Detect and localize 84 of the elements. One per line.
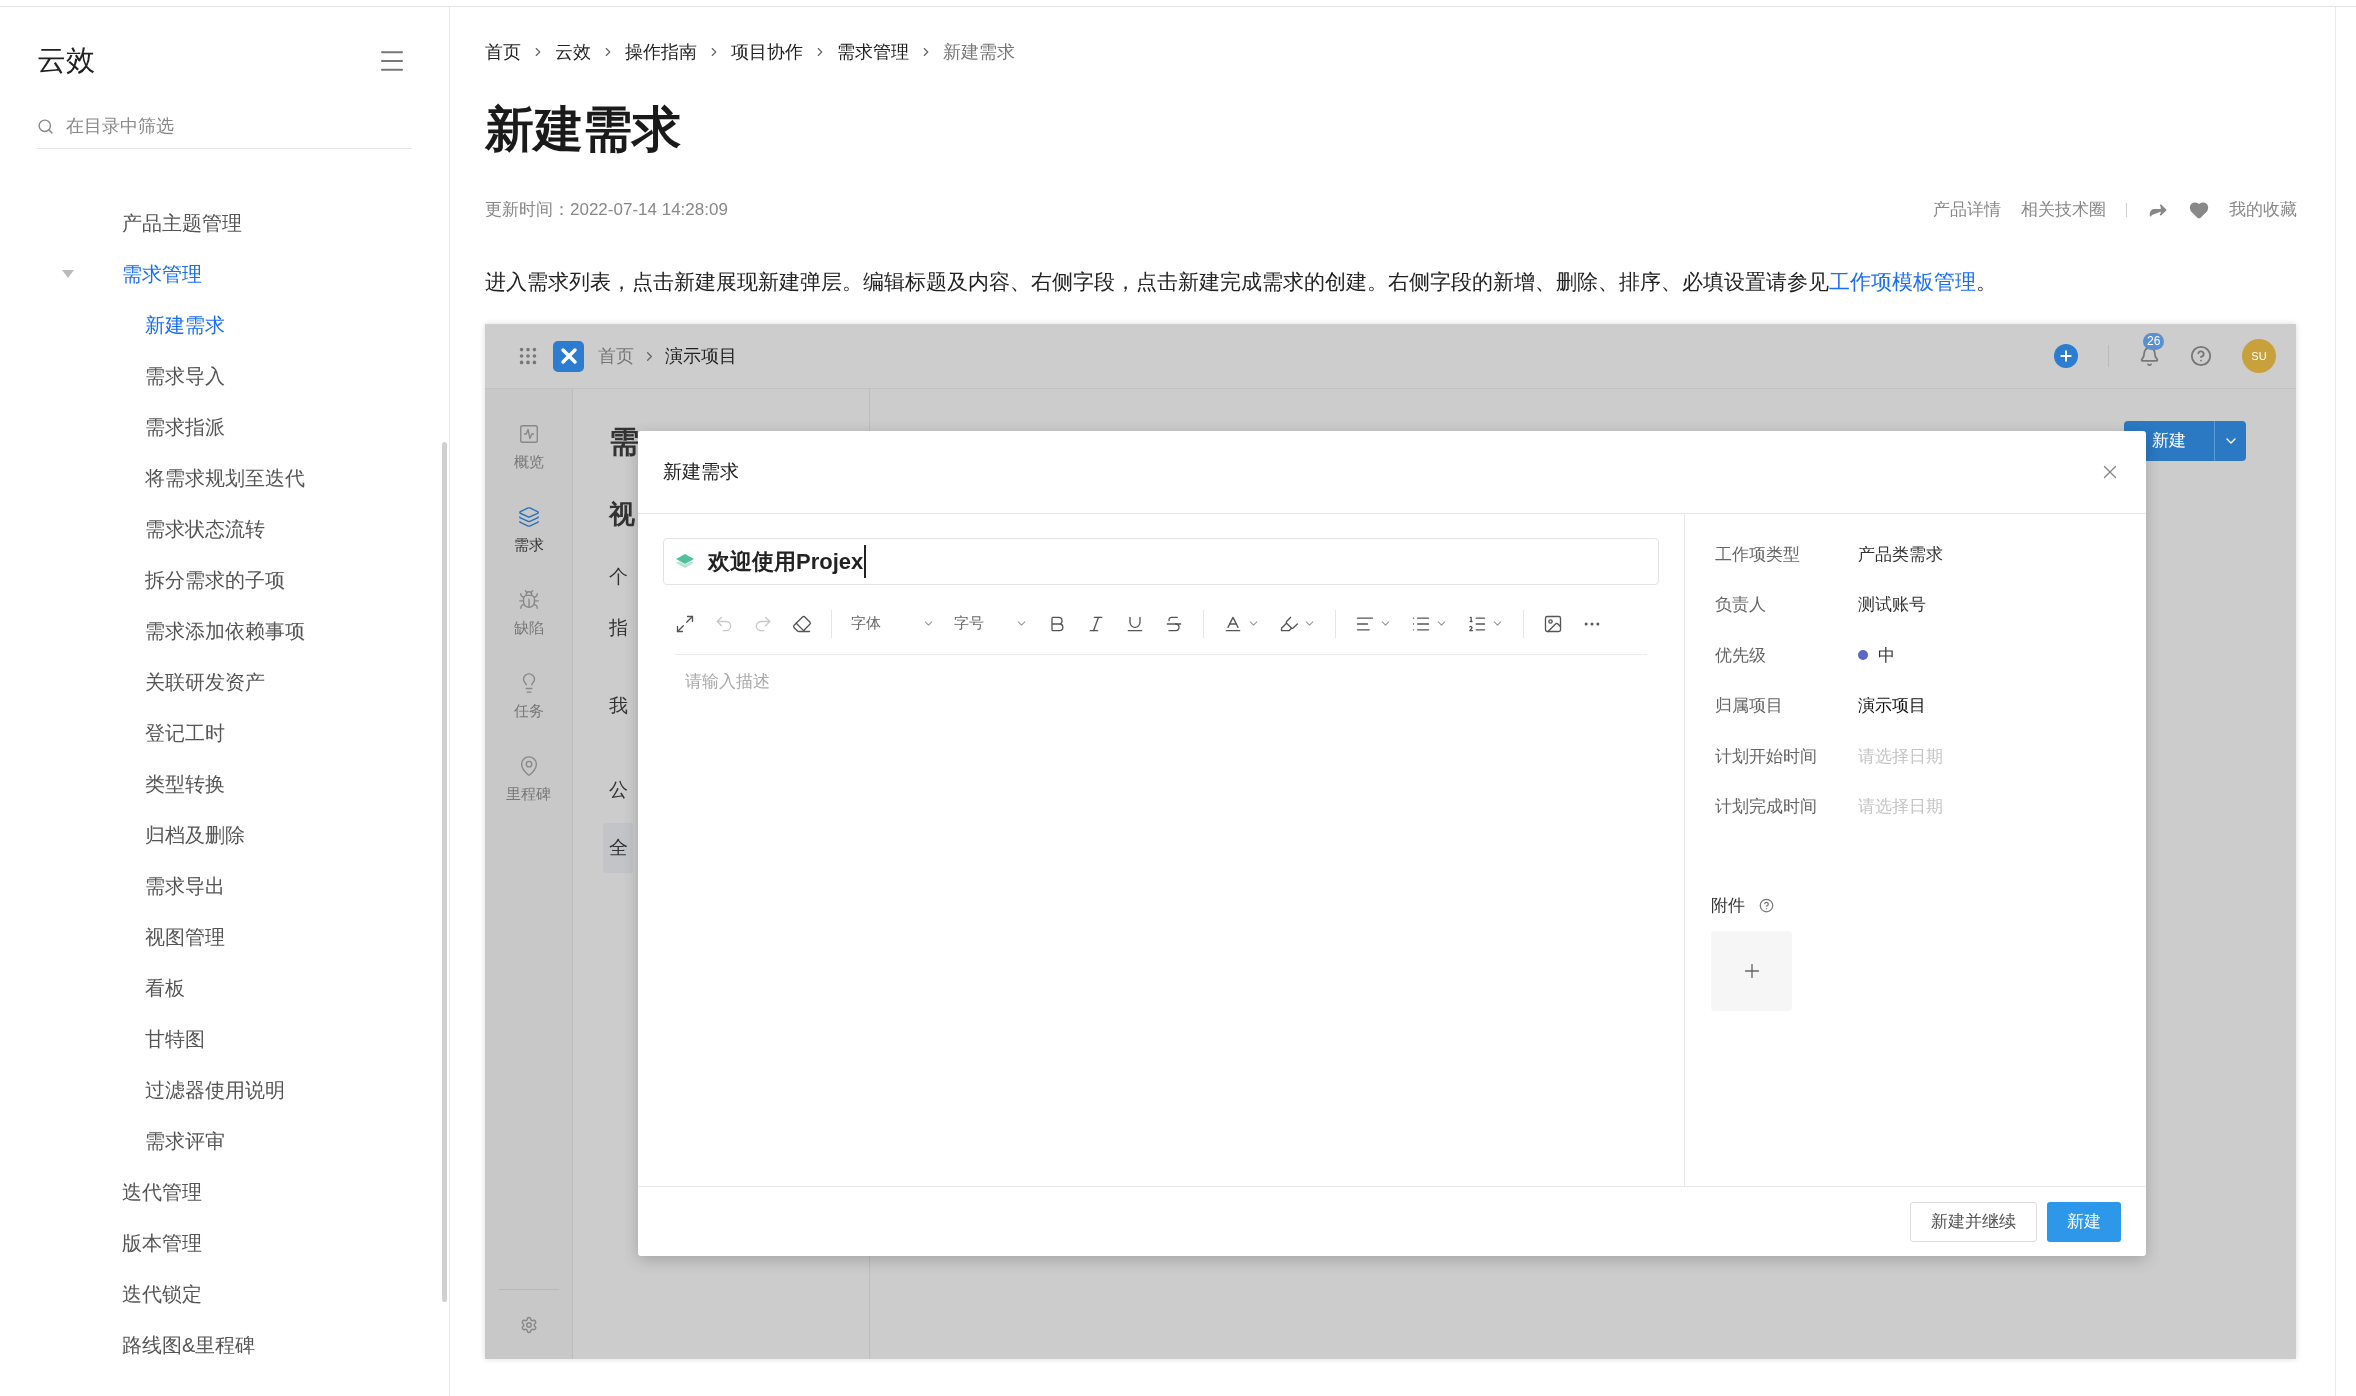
sidebar-item[interactable]: 将需求规划至迭代 (145, 462, 305, 493)
notification-badge: 26 (2143, 332, 2165, 350)
sidebar-item[interactable]: 登记工时 (145, 717, 225, 748)
breadcrumb-link[interactable]: 操作指南 (625, 38, 697, 66)
plus-icon (2058, 348, 2074, 364)
create-and-continue-button[interactable]: 新建并继续 (1910, 1201, 2037, 1242)
field-label: 负责人 (1715, 594, 1767, 616)
field-label: 优先级 (1715, 644, 1767, 667)
expand-icon[interactable] (675, 613, 695, 634)
settings-icon[interactable] (519, 1315, 538, 1334)
sidebar-item[interactable]: 视图管理 (145, 921, 225, 952)
sidebar-item[interactable]: 拆分需求的子项 (145, 564, 285, 595)
sidebar-item[interactable]: 需求导出 (145, 870, 225, 901)
add-button[interactable] (2054, 344, 2078, 368)
field-value[interactable]: 产品类需求 (1858, 541, 1943, 567)
dialog-title: 新建需求 (663, 459, 739, 484)
field-label: 计划完成时间 (1715, 796, 1818, 818)
related-link[interactable]: 相关技术圈 (2021, 197, 2106, 223)
sidebar-item[interactable]: 需求管理 (122, 258, 202, 289)
sidebar-item[interactable]: 新建需求 (145, 309, 225, 340)
field-value[interactable]: 演示项目 (1858, 693, 1926, 719)
field-label: 归属项目 (1715, 695, 1784, 717)
sidebar-item[interactable]: 类型转换 (145, 768, 225, 799)
breadcrumb-link[interactable]: 需求管理 (837, 38, 909, 66)
chart-icon (517, 423, 540, 445)
background-text: 需 (609, 423, 639, 460)
sidebar-item[interactable]: 需求指派 (145, 411, 225, 442)
breadcrumb-link[interactable]: 首页 (485, 38, 521, 66)
breadcrumb-link[interactable]: 项目协作 (731, 38, 803, 66)
app-logo-icon[interactable] (553, 340, 584, 372)
eraser-icon[interactable] (792, 613, 812, 634)
layers-icon (517, 506, 540, 528)
sidebar-item[interactable]: 路线图&里程碑 (122, 1329, 256, 1360)
heart-icon[interactable] (2189, 200, 2209, 220)
dropdown-button[interactable] (2214, 421, 2246, 461)
background-text: 视 (609, 498, 635, 531)
breadcrumb-link[interactable]: 云效 (555, 38, 591, 66)
update-time: 更新时间：2022-07-14 14:28:09 (485, 199, 728, 222)
attachments-label: 附件 (1711, 895, 1745, 917)
bell-icon[interactable] (2139, 345, 2160, 367)
related-link[interactable]: 产品详情 (1933, 197, 2001, 223)
breadcrumb-link[interactable]: 新建需求 (943, 38, 1015, 66)
field-label: 计划开始时间 (1715, 745, 1818, 768)
breadcrumb-link[interactable]: 演示项目 (665, 342, 737, 370)
sidebar-item[interactable]: 版本管理 (122, 1227, 202, 1258)
sidebar-item[interactable]: 需求评审 (145, 1125, 225, 1156)
sidebar-item[interactable]: 关联研发资产 (145, 666, 265, 697)
layers-icon (676, 553, 694, 570)
bug-icon (517, 589, 540, 611)
scrollbar[interactable] (442, 442, 447, 1302)
nav-item[interactable]: 需求 (513, 502, 544, 585)
image-icon[interactable] (1543, 613, 1563, 634)
field-value[interactable]: 中 (1878, 642, 1895, 668)
search-field[interactable]: 在目录中筛选 (66, 113, 366, 140)
sidebar-item[interactable]: 需求状态流转 (145, 513, 265, 544)
size-select[interactable]: 字号 (954, 612, 1028, 635)
sidebar-item[interactable]: 迭代管理 (122, 1176, 202, 1207)
sidebar-item[interactable]: 甘特图 (145, 1023, 205, 1054)
template-link[interactable]: 工作项模板管理 (1829, 270, 1976, 293)
sidebar-item[interactable]: 看板 (145, 972, 185, 1003)
background-text: 我 (609, 693, 628, 718)
help-icon[interactable] (2190, 345, 2212, 367)
font-select[interactable]: 字体 (851, 612, 935, 635)
sidebar-item[interactable]: 需求导入 (145, 360, 225, 391)
field-label: 工作项类型 (1715, 543, 1801, 566)
expand-triangle-icon[interactable] (62, 269, 74, 278)
intro-paragraph: 进入需求列表，点击新建展现新建弹层。编辑标题及内容、右侧字段，点击新建完成需求的创建。右侧字段的新增、删除、排序、必填设置请参见工作项模板管理。 (485, 269, 1998, 295)
field-value[interactable]: 测试账号 (1858, 592, 1926, 618)
background-text: 公 (609, 777, 628, 802)
sidebar-item[interactable]: 归档及删除 (145, 819, 245, 850)
site-title[interactable]: 云效 (37, 39, 95, 83)
background-text: 全 (603, 823, 633, 873)
favorite-link[interactable]: 我的收藏 (2229, 197, 2297, 223)
background-text: 个 (609, 564, 628, 589)
sidebar-item[interactable]: 过滤器使用说明 (145, 1074, 285, 1105)
sidebar-item[interactable]: 需求添加依赖事项 (145, 615, 305, 646)
sidebar-item[interactable]: 迭代锁定 (122, 1278, 202, 1309)
sidebar-item[interactable]: 产品主题管理 (122, 207, 242, 238)
title-field[interactable]: 欢迎使用Projex (663, 538, 1659, 585)
background-text: 指 (609, 616, 628, 641)
help-icon[interactable] (1759, 898, 1774, 914)
grid-icon[interactable] (517, 345, 539, 367)
search-icon (37, 118, 54, 135)
page-title: 新建需求 (485, 101, 682, 158)
